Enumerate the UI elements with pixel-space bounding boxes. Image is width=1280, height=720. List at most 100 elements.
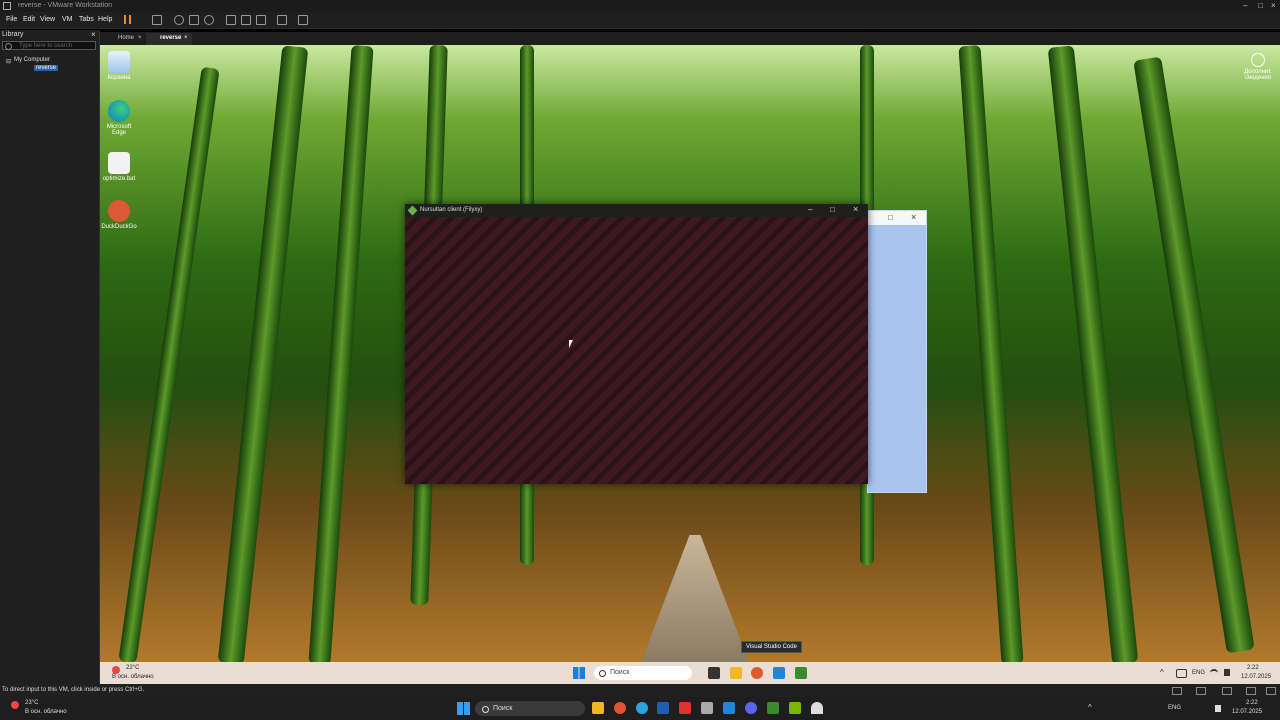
host-taskbar: 23°C В осн. облачно Поиск ^ ENG 2:22 12.…: [0, 697, 1280, 720]
thumbnail-view-icon[interactable]: [241, 15, 251, 25]
guest-taskbar: 22°C В осн. облачно Поиск ^ ENG 2:22 12.…: [100, 662, 1280, 684]
tree-my-computer[interactable]: My Computer: [14, 57, 50, 63]
desktop-icon-edge[interactable]: Microsoft Edge: [101, 100, 137, 136]
clock-date[interactable]: 12.07.2025: [1232, 709, 1262, 715]
weather-icon[interactable]: [112, 666, 120, 674]
start-button[interactable]: [457, 702, 470, 715]
weather-temp: 22°C: [126, 665, 140, 671]
maximize-icon[interactable]: □: [888, 213, 893, 222]
library-search-input[interactable]: Type here to search: [2, 41, 96, 50]
device-usb-icon[interactable]: [1222, 687, 1232, 695]
desktop-icon-duckduckgo[interactable]: DuckDuckGo: [101, 200, 137, 230]
taskbar-search[interactable]: Поиск: [594, 666, 692, 680]
desktop-icon-label: Microsoft Edge: [106, 124, 132, 136]
tab-home[interactable]: Home ×: [104, 33, 146, 45]
file-explorer-icon[interactable]: [592, 702, 604, 714]
app-icon[interactable]: [657, 702, 669, 714]
app-logo-icon: [407, 205, 418, 216]
bamboo-stalk: [1047, 45, 1139, 663]
minimize-icon[interactable]: –: [1243, 1, 1247, 10]
volume-icon[interactable]: [1224, 669, 1230, 676]
desktop-icon-label: optimize.bat: [102, 176, 136, 182]
batch-file-icon: [108, 152, 130, 174]
vmware-menubar: File Edit View VM Tabs Help: [0, 12, 1280, 29]
app-icon[interactable]: [701, 702, 713, 714]
device-display-icon[interactable]: [1266, 687, 1276, 695]
library-view-icon[interactable]: [226, 15, 236, 25]
task-view-icon[interactable]: [708, 667, 720, 679]
app-window[interactable]: Nursultan client (Filyxy) – □ ×: [405, 204, 868, 484]
revert-snapshot-icon[interactable]: [189, 15, 199, 25]
fullscreen-icon[interactable]: [256, 15, 266, 25]
close-icon[interactable]: ×: [911, 212, 916, 222]
tree-expand-icon[interactable]: ⊟: [6, 58, 11, 65]
bamboo-stalk: [1133, 56, 1255, 654]
clock-date[interactable]: 12.07.2025: [1241, 674, 1271, 680]
tab-close-icon[interactable]: ×: [138, 33, 142, 44]
tab-reverse[interactable]: reverse ×: [146, 33, 192, 45]
menu-vm[interactable]: VM: [62, 16, 73, 23]
menu-tabs[interactable]: Tabs: [79, 16, 94, 23]
search-label: Поиск: [493, 705, 513, 712]
snapshot-manager-icon[interactable]: [204, 15, 214, 25]
app-icon[interactable]: [679, 702, 691, 714]
app-icon[interactable]: [723, 702, 735, 714]
background-window[interactable]: □ ×: [867, 210, 927, 493]
desktop-icon-optimize-bat[interactable]: optimize.bat: [101, 152, 137, 182]
info-circle-icon: [1251, 53, 1265, 67]
file-explorer-icon[interactable]: [730, 667, 742, 679]
snapshot-icon[interactable]: [174, 15, 184, 25]
app-canvas[interactable]: [405, 217, 868, 484]
menu-file[interactable]: File: [6, 16, 17, 23]
tray-chevron-icon[interactable]: ^: [1160, 668, 1164, 677]
tab-reverse-label: reverse: [160, 35, 182, 41]
desktop-icon-recycle-bin[interactable]: Корзина: [101, 51, 137, 81]
activation-badge[interactable]: Дополнит. сведения: [1238, 53, 1278, 81]
telegram-icon[interactable]: [636, 702, 648, 714]
taskbar-search[interactable]: Поиск: [475, 701, 585, 716]
duckduckgo-icon[interactable]: [751, 667, 763, 679]
tab-close-icon[interactable]: ×: [184, 33, 188, 44]
vmware-icon[interactable]: [767, 702, 779, 714]
menu-edit[interactable]: Edit: [23, 16, 35, 23]
maximize-icon[interactable]: □: [1258, 1, 1263, 10]
vscode-icon[interactable]: [773, 667, 785, 679]
background-window-titlebar: □ ×: [868, 211, 926, 225]
send-ctrl-alt-del-icon[interactable]: [152, 15, 162, 25]
wifi-icon[interactable]: [811, 702, 823, 714]
recycle-bin-icon: [108, 51, 130, 73]
close-icon[interactable]: ×: [853, 204, 858, 214]
wifi-icon[interactable]: [1210, 669, 1218, 677]
app-icon[interactable]: [745, 702, 757, 714]
device-network-icon[interactable]: [1196, 687, 1206, 695]
language-indicator[interactable]: ENG: [1168, 705, 1181, 711]
language-indicator[interactable]: ENG: [1192, 670, 1205, 676]
device-sound-icon[interactable]: [1246, 687, 1256, 695]
device-hdd-icon[interactable]: [1172, 687, 1182, 695]
maximize-icon[interactable]: □: [830, 205, 835, 214]
library-close-icon[interactable]: ×: [91, 30, 96, 39]
app-icon[interactable]: [789, 702, 801, 714]
status-text: To direct input to this VM, click inside…: [2, 687, 145, 693]
clock-time[interactable]: 2:22: [1247, 665, 1259, 671]
stretch-guest-icon[interactable]: [298, 15, 308, 25]
nursultan-icon[interactable]: [795, 667, 807, 679]
menu-view[interactable]: View: [40, 16, 55, 23]
pause-icon[interactable]: [124, 15, 131, 24]
weather-icon[interactable]: [11, 701, 19, 709]
search-icon: [599, 670, 606, 677]
start-button[interactable]: [573, 667, 585, 679]
app-window-titlebar: Nursultan client (Filyxy) – □ ×: [405, 204, 868, 217]
clock-time[interactable]: 2:22: [1246, 700, 1258, 706]
close-icon[interactable]: ×: [1271, 1, 1276, 10]
console-view-icon[interactable]: [277, 15, 287, 25]
tray-chevron-icon[interactable]: ^: [1088, 703, 1092, 712]
menu-help[interactable]: Help: [98, 16, 112, 23]
volume-icon[interactable]: [1215, 705, 1221, 712]
weather-desc: В осн. облачно: [112, 674, 154, 680]
network-icon[interactable]: [1176, 669, 1187, 678]
tree-vm-reverse[interactable]: reverse: [34, 65, 59, 71]
bamboo-stalk: [217, 45, 309, 663]
minimize-icon[interactable]: –: [808, 205, 812, 214]
browser-icon[interactable]: [614, 702, 626, 714]
